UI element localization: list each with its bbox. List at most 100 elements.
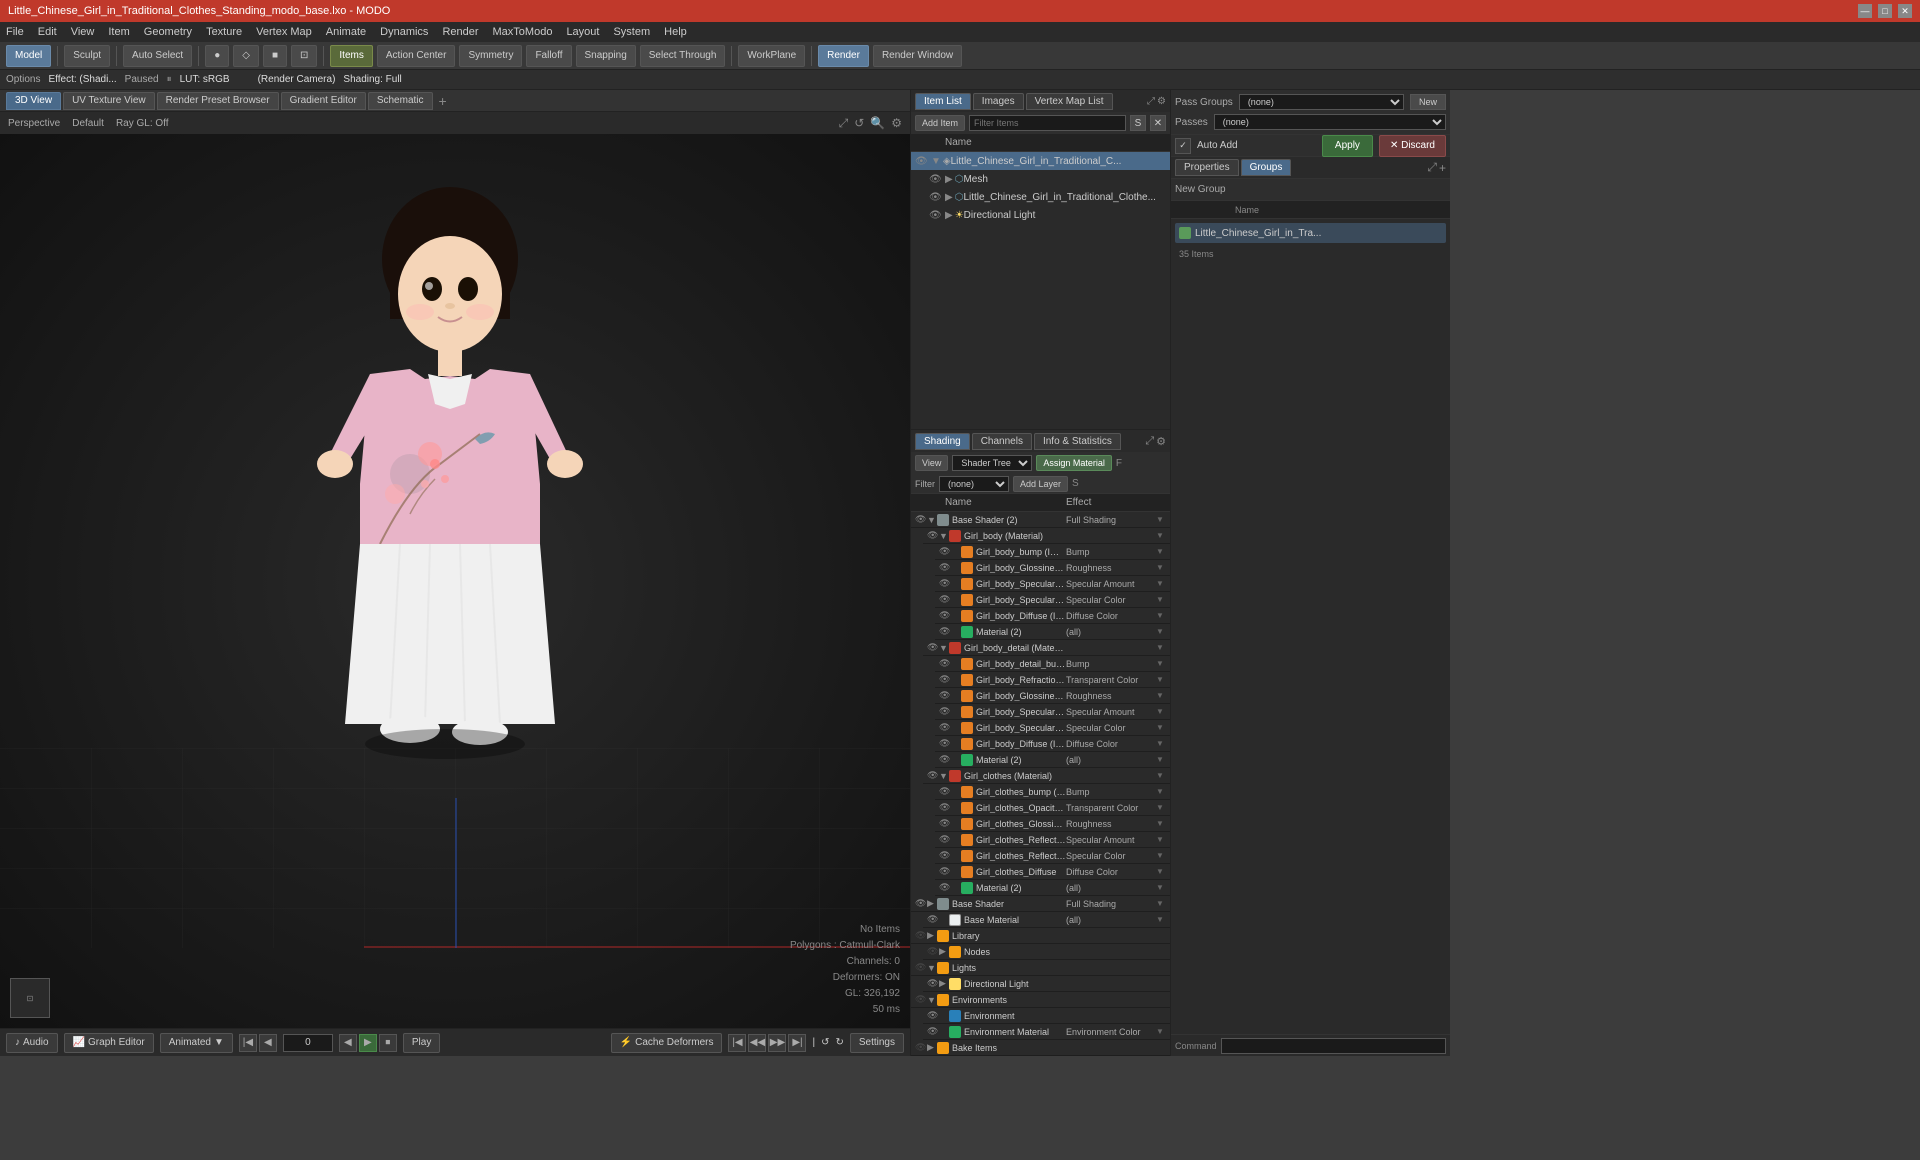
sh-clothes-refl2[interactable]: 👁 Girl_clothes_Reflection Specular Color… <box>935 848 1170 864</box>
fr-expand-icon[interactable]: ⤢ <box>1427 160 1437 175</box>
passes-dropdown[interactable]: (none) <box>1214 114 1446 130</box>
sh-eye-21[interactable]: 👁 <box>939 850 951 861</box>
stop-button[interactable]: ⏹ <box>379 1034 397 1052</box>
play-button[interactable]: ▶ <box>359 1034 377 1052</box>
play-back-button[interactable]: ◀ <box>339 1034 357 1052</box>
sh-material-2[interactable]: 👁 Material (2) (all) ▼ <box>935 624 1170 640</box>
viewport-settings-icon[interactable]: ↺ <box>854 116 864 131</box>
sh-eye-29[interactable]: 👁 <box>927 978 939 989</box>
sh-environment-material[interactable]: 👁 Environment Material Environment Color… <box>923 1024 1170 1040</box>
minimize-button[interactable]: — <box>1858 4 1872 18</box>
tab-properties[interactable]: Properties <box>1175 159 1239 176</box>
add-item-button[interactable]: Add Item <box>915 115 965 131</box>
command-input[interactable] <box>1221 1038 1446 1054</box>
sh-girl-body[interactable]: 👁 ▼ Girl_body (Material) ▼ <box>923 528 1170 544</box>
eye-icon[interactable]: 👁 <box>915 156 927 167</box>
sh-chevron-29[interactable]: ▶ <box>939 978 949 989</box>
tab-schematic[interactable]: Schematic <box>368 92 433 110</box>
new-pass-group-button[interactable]: New <box>1410 94 1446 110</box>
shading-expand-icon[interactable]: ⤢ <box>1145 435 1154 448</box>
chevron-girl-icon[interactable]: ▶ <box>945 192 953 203</box>
sh-eye-20[interactable]: 👁 <box>939 834 951 845</box>
fr-plus-icon[interactable]: + <box>1439 161 1446 175</box>
menu-dynamics[interactable]: Dynamics <box>380 26 428 38</box>
add-layer-button[interactable]: Add Layer <box>1013 476 1068 492</box>
menu-file[interactable]: File <box>6 26 24 38</box>
shader-tree-dropdown[interactable]: Shader Tree <box>952 455 1032 471</box>
item-list-filter[interactable] <box>969 115 1126 131</box>
shading-filter-dropdown[interactable]: (none) <box>939 476 1009 492</box>
sh-clothes-material[interactable]: 👁 Material (2) (all) ▼ <box>935 880 1170 896</box>
sh-eye-1[interactable]: 👁 <box>927 530 939 541</box>
il-item-light[interactable]: 👁 ▶ ☀ Directional Light <box>911 206 1170 224</box>
settings-button[interactable]: Settings <box>850 1033 904 1053</box>
loop2-icon[interactable]: ↻ <box>835 1037 843 1048</box>
eye-icon-3[interactable]: 👁 <box>929 192 941 203</box>
prev-frame-button[interactable]: ◀ <box>259 1034 277 1052</box>
apply-button[interactable]: Apply <box>1322 135 1373 157</box>
vertex-mode-button[interactable]: ● <box>205 45 229 67</box>
viewport-expand-icon[interactable]: ⤢ <box>839 116 849 131</box>
sh-eye-3[interactable]: 👁 <box>939 562 951 573</box>
groups-content[interactable]: Little_Chinese_Girl_in_Tra... 35 Items <box>1171 219 1450 1034</box>
sh-eye-10[interactable]: 👁 <box>939 674 951 685</box>
viewport-zoom-icon[interactable]: 🔍 <box>870 116 885 131</box>
sh-environment[interactable]: 👁 Environment <box>923 1008 1170 1024</box>
sh-eye-17[interactable]: 👁 <box>939 786 951 797</box>
il-item-girl-mesh[interactable]: 👁 ▶ ⬡ Little_Chinese_Girl_in_Traditional… <box>911 188 1170 206</box>
sh-chevron-16[interactable]: ▼ <box>939 771 949 781</box>
edge-mode-button[interactable]: ◇ <box>233 45 259 67</box>
sh-detail-spec2[interactable]: 👁 Girl_body_Specular (Im... Specular Col… <box>935 720 1170 736</box>
viewport-canvas[interactable]: No Items Polygons : Catmull-Clark Channe… <box>0 134 910 1028</box>
sh-girl-clothes[interactable]: 👁 ▼ Girl_clothes (Material) ▼ <box>923 768 1170 784</box>
sh-eye-22[interactable]: 👁 <box>939 866 951 877</box>
sh-eye-6[interactable]: 👁 <box>939 610 951 621</box>
rewind-button[interactable]: |◀ <box>728 1034 746 1052</box>
sh-chevron-1[interactable]: ▼ <box>939 531 949 541</box>
tab-info-statistics[interactable]: Info & Statistics <box>1034 433 1121 450</box>
items-button[interactable]: Items <box>330 45 372 67</box>
tab-3d-view[interactable]: 3D View <box>6 92 61 110</box>
select-through-button[interactable]: Select Through <box>640 45 726 67</box>
auto-add-checkbox[interactable]: ✓ <box>1175 138 1191 154</box>
action-center-button[interactable]: Action Center <box>377 45 456 67</box>
sh-environments[interactable]: 👁 ▼ Environments <box>911 992 1170 1008</box>
il-item-scene[interactable]: 👁 ▼ ◈ Little_Chinese_Girl_in_Traditional… <box>911 152 1170 170</box>
tab-groups[interactable]: Groups <box>1241 159 1292 176</box>
workplane-button[interactable]: WorkPlane <box>738 45 805 67</box>
eye-icon-4[interactable]: 👁 <box>929 210 941 221</box>
sh-eye-2[interactable]: 👁 <box>939 546 951 557</box>
tab-channels[interactable]: Channels <box>972 433 1032 450</box>
tab-gradient-editor[interactable]: Gradient Editor <box>281 92 366 110</box>
group-item-girl[interactable]: Little_Chinese_Girl_in_Tra... <box>1175 223 1446 243</box>
sh-eye-24[interactable]: 👁 <box>915 898 927 909</box>
shading-settings-icon[interactable]: ⚙ <box>1156 435 1166 448</box>
sh-chevron-8[interactable]: ▼ <box>939 643 949 653</box>
menu-system[interactable]: System <box>613 26 650 38</box>
tab-images[interactable]: Images <box>973 93 1024 110</box>
go-start-button[interactable]: |◀ <box>239 1034 257 1052</box>
eye-icon-2[interactable]: 👁 <box>929 174 941 185</box>
add-viewport-tab-button[interactable]: + <box>435 93 451 109</box>
tab-shading[interactable]: Shading <box>915 433 970 450</box>
il-content[interactable]: 👁 ▼ ◈ Little_Chinese_Girl_in_Traditional… <box>911 152 1170 429</box>
tab-item-list[interactable]: Item List <box>915 93 971 110</box>
shading-view-button[interactable]: View <box>915 455 948 471</box>
menu-geometry[interactable]: Geometry <box>144 26 192 38</box>
snapping-button[interactable]: Snapping <box>576 45 636 67</box>
sh-detail-material[interactable]: 👁 Material (2) (all) ▼ <box>935 752 1170 768</box>
cache-deformers-button[interactable]: ⚡ Cache Deformers <box>611 1033 723 1053</box>
assign-material-button[interactable]: Assign Material <box>1036 455 1112 471</box>
sh-girl-body-detail[interactable]: 👁 ▼ Girl_body_detail (Material) ▼ <box>923 640 1170 656</box>
sh-chevron-30[interactable]: ▼ <box>927 995 937 1005</box>
sh-chevron-0[interactable]: ▼ <box>927 515 937 525</box>
sh-eye-12[interactable]: 👁 <box>939 706 951 717</box>
polygon-mode-button[interactable]: ■ <box>263 45 287 67</box>
shading-content[interactable]: 👁 ▼ Base Shader (2) Full Shading ▼ 👁 ▼ G… <box>911 512 1170 1056</box>
sh-eye-5[interactable]: 👁 <box>939 594 951 605</box>
sh-chevron-27[interactable]: ▶ <box>939 946 949 957</box>
sh-eye-14[interactable]: 👁 <box>939 738 951 749</box>
viewport-gear-icon[interactable]: ⚙ <box>891 116 902 131</box>
frame-input[interactable] <box>283 1034 333 1052</box>
il-settings-icon[interactable]: ⚙ <box>1157 96 1166 107</box>
